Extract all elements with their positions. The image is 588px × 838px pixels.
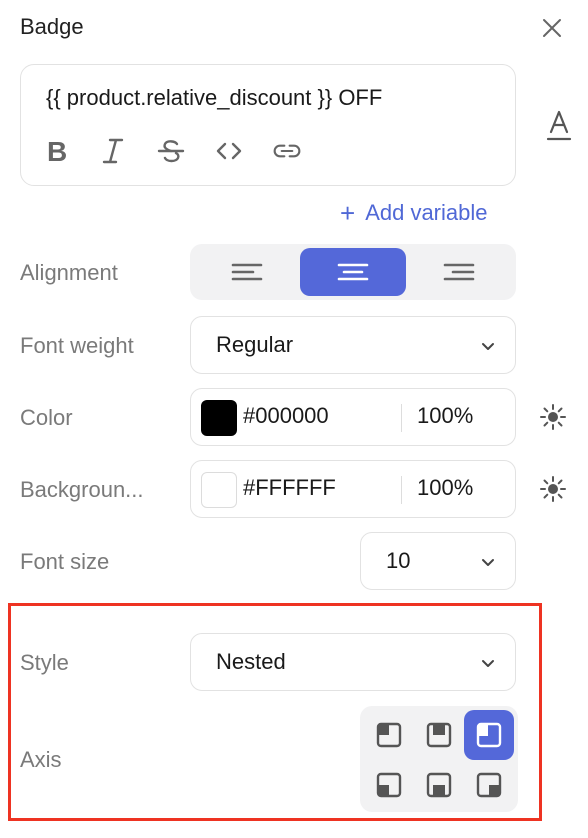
axis-label: Axis: [20, 747, 62, 772]
svg-text:B: B: [47, 136, 67, 166]
link-icon[interactable]: [267, 133, 307, 169]
axis-bottom-center-icon[interactable]: [414, 760, 464, 810]
axis-top-left-icon[interactable]: [364, 710, 414, 760]
plus-icon: +: [340, 198, 356, 228]
background-label: Backgroun...: [20, 477, 144, 502]
italic-icon[interactable]: [93, 133, 133, 169]
brightness-icon[interactable]: [539, 403, 567, 431]
align-center-icon[interactable]: [300, 248, 406, 296]
text-editor[interactable]: {{ product.relative_discount }} OFF B: [20, 64, 516, 186]
font-size-value: 10: [386, 548, 411, 573]
color-opacity-value[interactable]: 100%: [417, 403, 473, 429]
text-color-icon[interactable]: [544, 108, 574, 144]
field-divider: [401, 476, 402, 504]
color-label: Color: [20, 405, 73, 430]
align-left-icon[interactable]: [194, 248, 300, 296]
chevron-down-icon: [482, 660, 494, 667]
editor-content[interactable]: {{ product.relative_discount }} OFF: [46, 85, 382, 111]
close-icon[interactable]: [538, 14, 566, 42]
background-hex-value[interactable]: #FFFFFF: [243, 475, 336, 501]
alignment-label: Alignment: [20, 260, 118, 285]
font-weight-value: Regular: [216, 332, 294, 357]
axis-bottom-left-icon[interactable]: [364, 760, 414, 810]
background-color-field[interactable]: #FFFFFF 100%: [190, 460, 516, 518]
style-label: Style: [20, 650, 69, 675]
chevron-down-icon: [482, 559, 494, 566]
axis-position-grid: [360, 706, 518, 812]
background-swatch[interactable]: [201, 472, 237, 508]
axis-top-center-icon[interactable]: [414, 710, 464, 760]
background-opacity-value[interactable]: 100%: [417, 475, 473, 501]
font-weight-select[interactable]: Regular: [190, 316, 516, 374]
font-weight-label: Font weight: [20, 333, 134, 358]
code-icon[interactable]: [209, 133, 249, 169]
color-hex-value[interactable]: #000000: [243, 403, 329, 429]
field-divider: [401, 404, 402, 432]
strikethrough-icon[interactable]: [151, 133, 191, 169]
add-variable-button[interactable]: + Add variable: [340, 200, 488, 226]
bold-icon[interactable]: B: [37, 133, 77, 169]
add-variable-label: Add variable: [365, 200, 488, 225]
chevron-down-icon: [482, 343, 494, 350]
font-size-select[interactable]: 10: [360, 532, 516, 590]
panel-title: Badge: [20, 14, 84, 39]
brightness-icon[interactable]: [539, 475, 567, 503]
font-size-label: Font size: [20, 549, 110, 574]
style-select[interactable]: Nested: [190, 633, 516, 691]
color-picker-field[interactable]: #000000 100%: [190, 388, 516, 446]
axis-bottom-right-icon[interactable]: [464, 760, 514, 810]
axis-top-right-icon[interactable]: [464, 710, 514, 760]
align-right-icon[interactable]: [406, 248, 512, 296]
color-swatch[interactable]: [201, 400, 237, 436]
alignment-segmented-control: [190, 244, 516, 300]
style-value: Nested: [216, 649, 286, 674]
